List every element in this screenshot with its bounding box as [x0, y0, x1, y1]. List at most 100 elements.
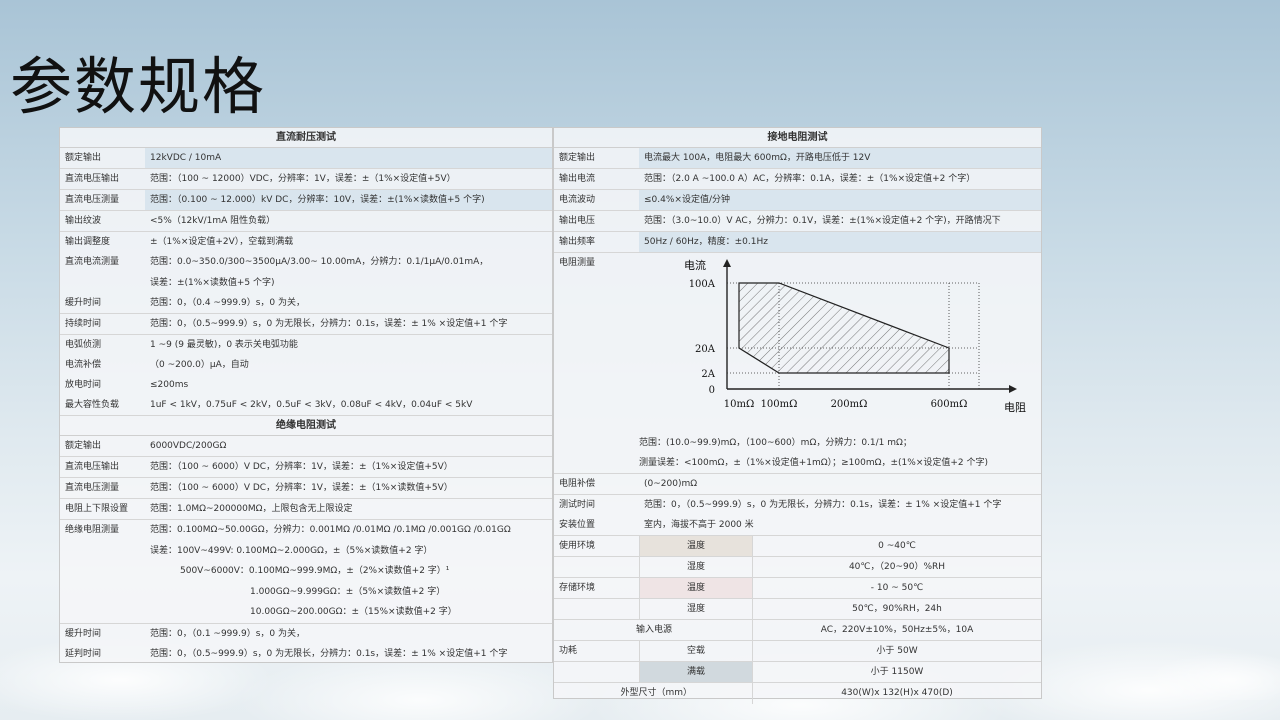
- spec-label: 额定输出: [65, 441, 102, 451]
- spec-label: 输出调整度: [65, 237, 111, 247]
- measure-note: 测量误差：<100mΩ，±（1%×设定值+1mΩ）；≥100mΩ，±(1%×设定…: [639, 458, 989, 468]
- spec-value: 6000VDC/200GΩ: [150, 441, 227, 451]
- y-tick-label: 20A: [695, 344, 716, 355]
- spec-value: 12kVDC / 10mA: [145, 148, 552, 168]
- spec-row: 直流电压输出 范围：（100 ~ 12000）VDC，分辨率：1V，误差：±（1…: [60, 169, 552, 190]
- ground-header: 接地电阻测试: [554, 128, 1041, 148]
- spec-value: 范围：0，（0.4 ~999.9）s，0 为关，: [150, 298, 305, 308]
- y-tick-label: 100A: [689, 279, 716, 290]
- spec-label: 输出频率: [559, 237, 596, 247]
- spec-label: 缓升时间: [65, 628, 102, 639]
- spec-row: 直流电压测量 范围：（0.100 ~ 12.000）kV DC，分辨率：10V，…: [60, 190, 552, 211]
- env-row: 湿度 40℃，（20~90）%RH: [554, 557, 1041, 578]
- spec-label: 电阻补偿: [559, 479, 596, 489]
- spec-label: 额定输出: [559, 153, 596, 163]
- y-axis-arrow: [723, 259, 731, 267]
- spec-label: 直流电压输出: [65, 462, 120, 472]
- spec-label: 测试时间: [559, 500, 596, 510]
- spec-row: 直流电压输出 范围：（100 ~ 6000）V DC，分辨率：1V，误差：±（1…: [60, 457, 552, 478]
- spec-row: 额定输出 6000VDC/200GΩ: [60, 436, 552, 457]
- page-title: 参数规格: [10, 50, 267, 123]
- env-store-label: 存储环境: [559, 583, 596, 593]
- x-tick-label: 10mΩ: [724, 399, 755, 410]
- env-value: - 10 ~ 50℃: [752, 578, 1041, 598]
- spec-label: 缓升时间: [65, 298, 102, 308]
- env-param: 温度: [639, 578, 752, 598]
- measure-line: 1.000GΩ~9.999GΩ：±（5%×读数值+2 字）: [250, 586, 446, 597]
- spec-row: 直流电压测量 范围：（100 ~ 6000）V DC，分辨率：1V，误差：±（1…: [60, 478, 552, 499]
- spec-value: (0~200)mΩ: [644, 479, 698, 489]
- measure-line: 误差：100V~499V: 0.100MΩ~2.000GΩ，±（5%×读数值+2…: [150, 545, 433, 556]
- resistance-measure-row: 电阻测量 100A 20A 2A 0 10mΩ 100mΩ 200mΩ 600mΩ 电流 电阻 范…: [554, 253, 1041, 474]
- spec-value: 范围：（100 ~ 6000）V DC，分辨率：1V，误差：±（1%×读数值+5…: [150, 483, 453, 493]
- spec-value: 范围：（100 ~ 6000）V DC，分辨率：1V，误差：±（1%×设定值+5…: [150, 462, 453, 472]
- spec-row: 电阻补偿 (0~200)mΩ: [554, 474, 1041, 495]
- dimension-value: 430(W)x 132(H)x 470(D): [752, 683, 1041, 704]
- spec-label: 直流电压测量: [65, 195, 120, 205]
- spec-label: 持续时间: [65, 319, 102, 329]
- spec-value-line2: 误差：±(1%×读数值+5 个字): [150, 277, 275, 288]
- measure-line: 10.00GΩ~200.00GΩ：±（15%×读数值+2 字）: [250, 607, 457, 617]
- spec-row: 额定输出 12kVDC / 10mA: [60, 148, 552, 169]
- spec-value: 范围：0，（0.5~999.9）s，0 为无限长，分辨力：0.1s，误差：± 1…: [150, 319, 508, 329]
- power-row: 满载 小于 1150W: [554, 662, 1041, 683]
- spec-row: 绝缘电阻测量 范围：0.100MΩ~50.00GΩ，分辨力：0.001MΩ /0…: [60, 520, 552, 624]
- env-param: 湿度: [639, 599, 752, 619]
- spec-value: 室内，海拔不高于 2000 米: [644, 520, 754, 530]
- spec-label: 安装位置: [559, 520, 596, 530]
- spec-row: 持续时间 范围：0，（0.5~999.9）s，0 为无限长，分辨力：0.1s，误…: [60, 314, 552, 335]
- spec-label: 电弧侦测: [65, 340, 102, 350]
- spec-row: 输出电压 范围：（3.0~10.0）V AC，分辨力：0.1V，误差：±(1%×…: [554, 211, 1041, 232]
- y-tick-label: 2A: [701, 369, 715, 380]
- measure-note: 范围：(10.0~99.9)mΩ，（100~600）mΩ，分辨力：0.1/1 m…: [639, 438, 912, 448]
- spec-label: 直流电压输出: [65, 174, 120, 184]
- spec-label: 放电时间: [65, 380, 102, 390]
- spec-value: 范围：（0.100 ~ 12.000）kV DC，分辨率：10V，误差：±(1%…: [145, 190, 552, 210]
- spec-row: 直流电流测量 范围：0.0~350.0/300~3500μA/3.00~ 10.…: [60, 252, 552, 293]
- right-spec-panel: 接地电阻测试 额定输出 电流最大 100A，电阻最大 600mΩ，开路电压低于 …: [553, 127, 1042, 704]
- spec-label: 直流电流测量: [65, 257, 120, 267]
- input-power-label: 输入电源: [635, 625, 672, 635]
- spec-row: 输出纹波 <5%（12kV/1mA 阻性负载）: [60, 211, 552, 232]
- power-row: 功耗 空载 小于 50W: [554, 641, 1041, 662]
- spec-row: 电弧侦测 1 ~9 (9 最灵敏)，0 表示关电弧功能: [60, 335, 552, 355]
- spec-row: 延判时间 范围：0，（0.5~999.9）s，0 为无限长，分辨力：0.1s，误…: [60, 644, 552, 664]
- spec-row: 安装位置 室内，海拔不高于 2000 米: [554, 515, 1041, 536]
- spec-label: 额定输出: [65, 153, 102, 163]
- env-value: 40℃，（20~90）%RH: [752, 557, 1041, 577]
- spec-label: 输出电压: [559, 216, 596, 226]
- input-power-row: 输入电源 AC，220V±10%，50Hz±5%，10A: [554, 620, 1041, 641]
- env-value: 0 ~40℃: [752, 536, 1041, 556]
- insulation-header: 绝缘电阻测试: [60, 416, 552, 436]
- spec-label: 电流补偿: [65, 360, 102, 370]
- x-tick-label: 600mΩ: [931, 399, 968, 410]
- spec-value: <5%（12kV/1mA 阻性负载）: [150, 216, 276, 226]
- power-label: 功耗: [559, 646, 578, 656]
- chart-svg: 100A 20A 2A 0 10mΩ 100mΩ 200mΩ 600mΩ 电流电阻: [684, 258, 1026, 414]
- env-row: 存储环境 温度 - 10 ~ 50℃: [554, 578, 1041, 599]
- env-use-label: 使用环境: [559, 541, 596, 551]
- spec-value: 电流最大 100A，电阻最大 600mΩ，开路电压低于 12V: [639, 148, 1041, 168]
- power-param: 满载: [639, 662, 752, 682]
- power-value: 小于 50W: [752, 641, 1041, 661]
- spec-value: 1uF < 1kV，0.75uF < 2kV，0.5uF < 3kV，0.08u…: [150, 400, 473, 410]
- spec-value: 范围：（2.0 A ~100.0 A）AC，分辨率：0.1A，误差：±（1%×设…: [644, 174, 976, 184]
- spec-label: 延判时间: [65, 648, 102, 659]
- env-value: 50℃，90%RH，24h: [752, 599, 1041, 619]
- y-axis-title: 电流: [684, 258, 706, 272]
- current-resistance-chart: 100A 20A 2A 0 10mΩ 100mΩ 200mΩ 600mΩ 电流 电阻: [639, 253, 1041, 433]
- x-axis-arrow: [1009, 385, 1017, 393]
- spec-row: 电阻上下限设置 范围：1.0MΩ~200000MΩ，上限包含无上限设定: [60, 499, 552, 520]
- spec-row: 电流补偿 （0 ~200.0）μA，自动: [60, 355, 552, 375]
- spec-value: 范围：（100 ~ 12000）VDC，分辨率：1V，误差：±（1%×设定值+5…: [150, 174, 456, 184]
- spec-row: 放电时间 ≤200ms: [60, 375, 552, 395]
- spec-value: （0 ~200.0）μA，自动: [150, 360, 249, 370]
- env-row: 使用环境 温度 0 ~40℃: [554, 536, 1041, 557]
- operating-region: [738, 282, 950, 374]
- spec-row: 测试时间 范围：0，（0.5~999.9）s，0 为无限长，分辨力：0.1s，误…: [554, 495, 1041, 515]
- spec-row: 输出调整度 ±（1%×设定值+2V），空载到满载: [60, 232, 552, 252]
- spec-row: 缓升时间 范围：0，（0.4 ~999.9）s，0 为关，: [60, 293, 552, 314]
- spec-value: 50Hz / 60Hz，精度：±0.1Hz: [639, 232, 1041, 252]
- x-axis-title: 电阻: [1004, 401, 1026, 414]
- power-param: 空载: [639, 641, 752, 661]
